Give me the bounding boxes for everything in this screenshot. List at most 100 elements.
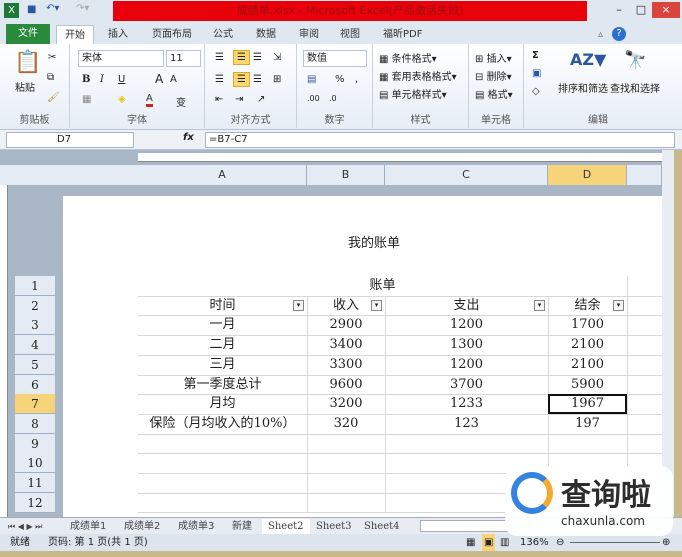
fill-icon[interactable]: ▣	[532, 68, 541, 79]
format-painter-icon[interactable]: 🖌	[47, 92, 60, 103]
font-size-select[interactable]: 11	[166, 50, 201, 67]
table-cell[interactable]: 5900	[548, 375, 627, 395]
table-title[interactable]: 账单	[138, 276, 627, 296]
table-cell[interactable]: 二月	[138, 335, 307, 355]
tab-formulas[interactable]: 公式	[213, 25, 233, 44]
font-color-button[interactable]: A	[146, 93, 153, 107]
table-cell[interactable]: 一月	[138, 315, 307, 335]
cut-icon[interactable]: ✂	[48, 52, 56, 63]
column-header-e[interactable]	[627, 165, 662, 185]
phonetic-button[interactable]: 变	[176, 94, 186, 109]
zoom-in-button[interactable]: ⊕	[662, 534, 670, 551]
table-cell[interactable]: 1700	[548, 315, 627, 335]
underline-button[interactable]: U	[118, 74, 125, 85]
sort-filter-button[interactable]: 排序和筛选	[558, 80, 608, 95]
help-icon[interactable]: ?	[612, 27, 626, 41]
align-center-icon[interactable]: ☰	[233, 72, 250, 87]
align-top-icon[interactable]: ☰	[215, 52, 224, 63]
maximize-button[interactable]: □	[630, 2, 652, 18]
sheet-tab-2[interactable]: 成绩单2	[124, 519, 160, 534]
table-cell[interactable]: 3400	[307, 335, 385, 355]
insert-cells-button[interactable]: ⊞ 插入▾	[475, 50, 512, 65]
header-cell[interactable]: 支出	[385, 296, 548, 316]
tab-data[interactable]: 数据	[256, 25, 276, 44]
row-header-12[interactable]: 12	[15, 492, 55, 513]
table-cell[interactable]: 月均	[138, 394, 307, 414]
tab-file[interactable]: 文件	[6, 24, 50, 44]
page-break-view-icon[interactable]: ▥	[500, 534, 509, 551]
sheet-nav-icon[interactable]: ⏮ ◀ ▶ ⏭	[8, 519, 42, 534]
percent-button[interactable]: %	[335, 74, 345, 85]
find-select-button[interactable]: 查找和选择	[610, 80, 660, 95]
border-icon[interactable]: ▦	[82, 94, 91, 105]
autosum-button[interactable]: Σ	[532, 50, 539, 61]
zoom-slider[interactable]	[570, 542, 660, 543]
minimize-button[interactable]: –	[608, 2, 630, 18]
align-left-icon[interactable]: ☰	[215, 74, 224, 85]
save-icon[interactable]: ■	[27, 4, 36, 15]
row-header-11[interactable]: 11	[15, 473, 55, 493]
align-right-icon[interactable]: ☰	[253, 74, 262, 85]
format-as-table-button[interactable]: ▦ 套用表格格式▾	[379, 68, 457, 83]
tab-home[interactable]: 开始	[56, 25, 94, 44]
filter-dropdown-icon[interactable]: ▾	[293, 299, 304, 311]
number-format-select[interactable]: 数值	[303, 50, 367, 67]
table-cell[interactable]: 三月	[138, 355, 307, 375]
table-cell[interactable]: 197	[548, 414, 627, 434]
increase-decimal-icon[interactable]: .00	[307, 94, 320, 103]
table-cell[interactable]: 9600	[307, 375, 385, 395]
tab-page-layout[interactable]: 页面布局	[152, 25, 192, 44]
align-middle-icon[interactable]: ☰	[233, 50, 250, 65]
clear-icon[interactable]: ◇	[532, 86, 540, 97]
table-cell[interactable]: 320	[307, 414, 385, 434]
zoom-out-button[interactable]: ⊖	[556, 534, 564, 551]
accounting-format-icon[interactable]: ▤	[307, 74, 316, 85]
sheet-tab-active[interactable]: Sheet2	[262, 519, 310, 534]
increase-indent-icon[interactable]: ⇥	[235, 94, 243, 105]
formula-input[interactable]: =B7-C7	[205, 132, 675, 148]
decrease-indent-icon[interactable]: ⇤	[215, 94, 223, 105]
page-layout-view-icon[interactable]: ▣	[482, 534, 496, 551]
table-cell[interactable]: 3300	[307, 355, 385, 375]
table-cell[interactable]: 1300	[385, 335, 548, 355]
tab-insert[interactable]: 插入	[108, 25, 128, 44]
vertical-ruler[interactable]	[0, 185, 8, 517]
conditional-format-button[interactable]: ▦ 条件格式▾	[379, 50, 437, 65]
row-header-10[interactable]: 10	[15, 453, 55, 474]
grow-font-button[interactable]: A	[155, 72, 163, 86]
table-cell[interactable]: 保险（月均收入的10%）	[138, 414, 307, 434]
table-cell[interactable]: 第一季度总计	[138, 375, 307, 395]
row-header-1[interactable]: 1	[15, 276, 55, 296]
table-cell[interactable]: 1200	[385, 315, 548, 335]
align-bottom-icon[interactable]: ☰	[253, 52, 262, 63]
name-box[interactable]: D7	[6, 132, 134, 148]
font-name-select[interactable]: 宋体	[78, 50, 164, 67]
tab-review[interactable]: 审阅	[299, 25, 319, 44]
row-header-7[interactable]: 7	[15, 394, 55, 415]
shrink-font-button[interactable]: A	[170, 74, 177, 85]
redo-icon[interactable]: ↷▾	[76, 3, 89, 14]
filter-dropdown-icon[interactable]: ▾	[534, 299, 545, 311]
close-button[interactable]: ×	[652, 2, 680, 18]
fill-color-icon[interactable]: ◈	[118, 94, 126, 105]
table-cell[interactable]: 2900	[307, 315, 385, 335]
sheet-tab-1[interactable]: 成绩单1	[70, 519, 106, 534]
table-cell[interactable]: 1233	[385, 394, 548, 414]
find-select-icon[interactable]: 🔭	[624, 50, 646, 71]
filter-dropdown-icon[interactable]: ▾	[371, 299, 382, 311]
sheet-tab-3[interactable]: 成绩单3	[178, 519, 214, 534]
sheet-tab-7[interactable]: Sheet4	[364, 519, 400, 534]
row-header-4[interactable]: 4	[15, 335, 55, 356]
horizontal-scrollbar[interactable]	[420, 520, 510, 532]
header-cell[interactable]: 时间	[138, 296, 307, 316]
row-header-5[interactable]: 5	[15, 354, 55, 375]
column-header-c[interactable]: C	[385, 165, 548, 185]
row-header-8[interactable]: 8	[15, 413, 55, 434]
table-cell[interactable]: 1200	[385, 355, 548, 375]
column-header-a[interactable]: A	[138, 165, 307, 185]
decrease-decimal-icon[interactable]: .0	[329, 94, 337, 103]
column-header-b[interactable]: B	[307, 165, 385, 185]
comma-button[interactable]: ,	[355, 74, 358, 85]
table-cell[interactable]: 123	[385, 414, 548, 434]
vertical-scrollbar[interactable]	[662, 150, 674, 517]
